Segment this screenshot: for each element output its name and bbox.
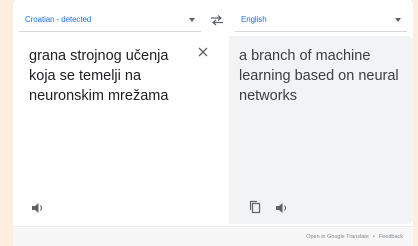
target-language-select[interactable]: English	[235, 8, 407, 32]
target-panel: a branch of machine learning based on ne…	[229, 36, 413, 224]
footer: Open in Google Translate • Feedback	[13, 226, 413, 246]
chevron-down-icon	[189, 17, 195, 22]
speaker-icon[interactable]	[275, 202, 289, 214]
translate-widget: Croatian - detected English grana strojn…	[13, 0, 413, 246]
open-in-google-translate-link[interactable]: Open in Google Translate	[306, 234, 369, 240]
footer-separator: •	[372, 233, 375, 240]
source-language-select[interactable]: Croatian - detected	[19, 8, 201, 32]
feedback-link[interactable]: Feedback	[379, 234, 403, 240]
source-panel: grana strojnog učenja koja se temelji na…	[19, 36, 219, 224]
clear-icon[interactable]	[197, 46, 209, 58]
chevron-down-icon	[395, 17, 401, 22]
speaker-icon[interactable]	[31, 202, 45, 214]
language-bar: Croatian - detected English	[13, 0, 413, 40]
source-language-label: Croatian - detected	[25, 15, 92, 24]
copy-icon[interactable]	[249, 200, 261, 214]
swap-languages-icon[interactable]	[210, 14, 224, 26]
target-language-label: English	[241, 15, 267, 24]
translated-text: a branch of machine learning based on ne…	[239, 48, 399, 104]
source-text-input[interactable]: grana strojnog učenja koja se temelji na…	[29, 46, 179, 106]
